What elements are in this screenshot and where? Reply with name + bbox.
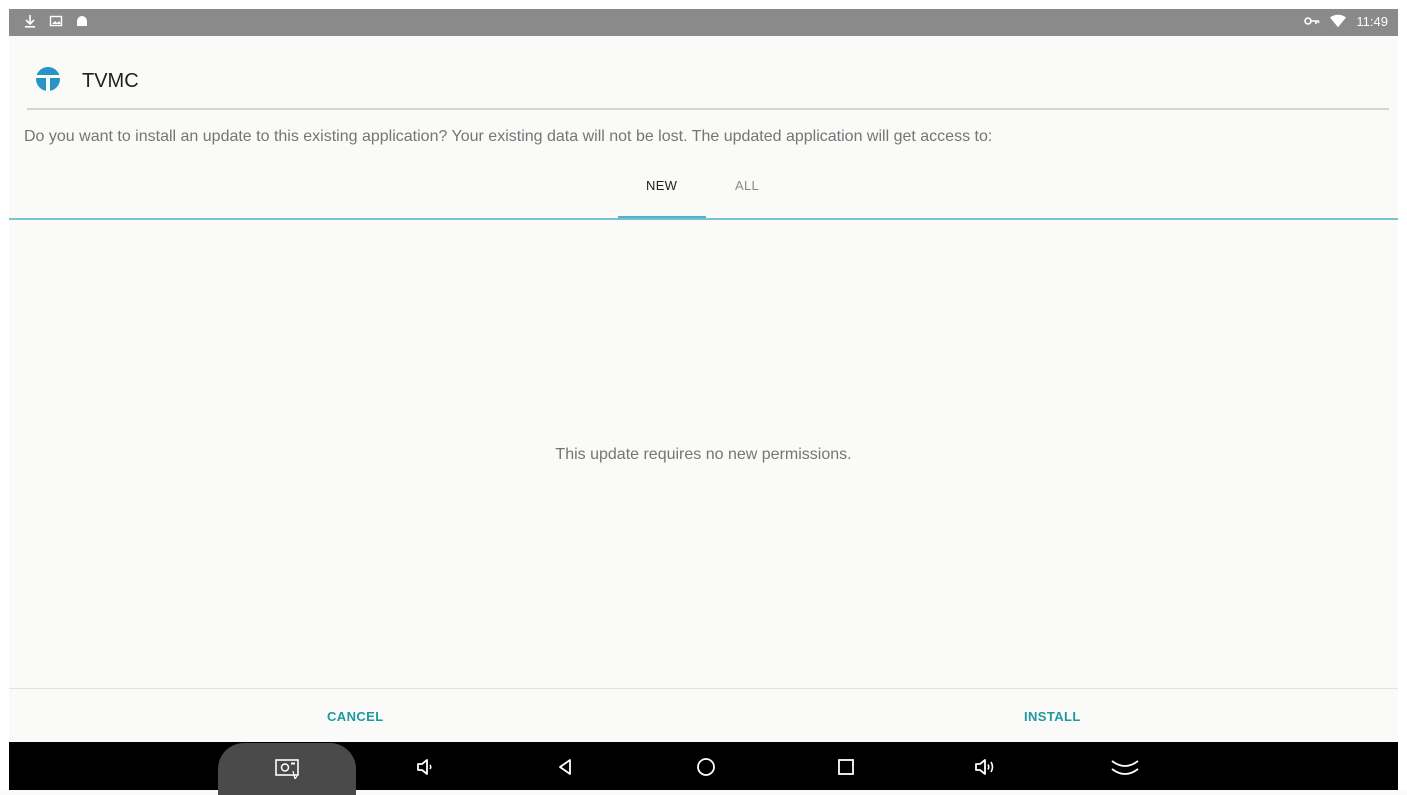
install-button[interactable]: INSTALL xyxy=(1024,709,1081,724)
home-icon[interactable] xyxy=(694,755,718,779)
permission-tabs: NEW ALL xyxy=(9,168,1398,220)
volume-up-icon[interactable] xyxy=(972,755,996,779)
vpn-key-icon xyxy=(1304,13,1320,29)
android-icon xyxy=(74,13,90,29)
frame-top xyxy=(0,0,1407,9)
back-icon[interactable] xyxy=(554,755,578,779)
volume-down-icon[interactable] xyxy=(413,755,437,779)
header-divider xyxy=(27,108,1389,110)
collapse-icon[interactable] xyxy=(1110,755,1140,779)
button-divider xyxy=(9,688,1398,689)
status-time: 11:49 xyxy=(1356,13,1388,29)
tab-new[interactable]: NEW xyxy=(646,178,677,193)
wifi-icon xyxy=(1330,13,1347,29)
app-header: TVMC xyxy=(9,36,1398,110)
download-icon xyxy=(22,13,38,29)
tab-all[interactable]: ALL xyxy=(735,178,759,193)
navigation-bar xyxy=(9,742,1398,795)
tab-indicator xyxy=(618,216,706,218)
status-bar: 11:49 xyxy=(9,9,1398,36)
tvmc-logo-icon xyxy=(35,66,61,92)
frame-right xyxy=(1398,0,1407,790)
install-prompt: Do you want to install an update to this… xyxy=(24,128,993,145)
tabs-divider xyxy=(9,218,1398,220)
screenshot-icon[interactable] xyxy=(274,755,299,781)
cancel-button[interactable]: CANCEL xyxy=(327,709,384,724)
image-notification-icon xyxy=(48,13,64,29)
recents-icon[interactable] xyxy=(834,755,858,779)
app-name: TVMC xyxy=(82,70,139,92)
frame-left xyxy=(0,0,9,790)
permissions-message: This update requires no new permissions. xyxy=(555,446,852,463)
